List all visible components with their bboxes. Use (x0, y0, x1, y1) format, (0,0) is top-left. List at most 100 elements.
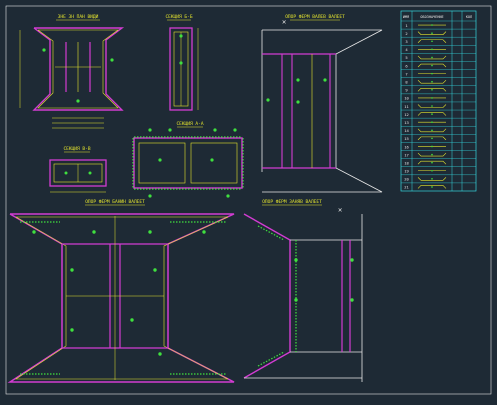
callout-marker (233, 128, 237, 132)
table-bar-marker (431, 48, 433, 51)
callout-marker (294, 258, 298, 262)
table-row-number: 6 (405, 63, 408, 68)
side-view-top-title: ОПОР ФЕРМ ВАЛЕВ ВАЛЕЕТ (285, 14, 345, 20)
table-bar-marker (431, 161, 433, 164)
table-row-number: 16 (404, 144, 409, 149)
front-inner-frame (15, 216, 229, 380)
callout-marker (92, 230, 96, 234)
table-row-number: 19 (404, 169, 409, 174)
rebar-diagonal (257, 225, 285, 241)
table-bar-marker (431, 24, 433, 26)
section-aa-outline (133, 137, 243, 189)
callout-marker (210, 158, 214, 162)
callout-marker (70, 328, 74, 332)
table-header-shape: ОБОЗНАЧЕНИЕ (420, 15, 443, 19)
callout-marker (294, 298, 298, 302)
side-view-bottom: ОПОР ФЕРМ ЗАНЯВ ВАЛЕЕТ ✕ (243, 199, 363, 382)
top-plan-view: ЗНЕ ЗН ПАН ВИДИ (19, 14, 125, 129)
table-row-number: 14 (404, 128, 409, 133)
table-bar-marker (431, 121, 433, 123)
front-view: ОПОР ФЕРМ БАНИН ВАЛЕЕТ (7, 199, 235, 383)
table-row-number: 3 (405, 39, 407, 44)
table-bar-marker (431, 89, 433, 91)
table-bar-marker (431, 80, 433, 83)
callout-marker (213, 128, 217, 132)
callout-marker (153, 268, 157, 272)
table-bar-marker (431, 153, 433, 156)
table-row-number: 9 (405, 88, 408, 93)
section-aa-title: СЕКЦИЯ А-А (176, 121, 203, 127)
drawing-border (5, 5, 492, 395)
callout-marker (158, 352, 162, 356)
table-row-number: 11 (404, 104, 409, 109)
callout-marker (179, 61, 183, 65)
callout-marker (76, 99, 80, 103)
section-cut-marker: ✕ (338, 206, 342, 214)
callout-marker (179, 34, 183, 38)
callout-marker (64, 171, 68, 175)
side-view-bottom-title: ОПОР ФЕРМ ЗАНЯВ ВАЛЕЕТ (262, 199, 322, 205)
callout-marker (148, 128, 152, 132)
callout-marker (130, 318, 134, 322)
table-header-num: ИМЯ (403, 15, 409, 19)
table-bar-marker (431, 113, 433, 115)
table-bar-marker (431, 178, 433, 180)
rebar-schedule-table: ИМЯ ОБОЗНАЧЕНИЕ КОЛ 12345678910111213141… (400, 10, 477, 192)
table-bar-marker (431, 64, 433, 67)
table-row-number: 7 (405, 71, 407, 76)
cad-drawing-canvas: ЗНЕ ЗН ПАН ВИДИ СЕКЦИЯ Б-Б СЕКЦИЯ В-В СЕ… (0, 0, 497, 400)
table-bar-marker (431, 40, 433, 43)
section-bb-title: СЕКЦИЯ Б-Б (165, 14, 192, 20)
section-cc-view: СЕКЦИЯ В-В (49, 146, 107, 193)
table-row-number: 17 (404, 152, 409, 157)
table-bar-marker (431, 129, 433, 132)
callout-marker (168, 128, 172, 132)
callout-marker (202, 230, 206, 234)
callout-marker (148, 230, 152, 234)
table-bar-marker (431, 186, 433, 188)
table-bar-marker (431, 97, 433, 99)
table-bar-marker (431, 105, 433, 107)
callout-marker (266, 98, 270, 102)
callout-marker (158, 158, 162, 162)
section-cc-title: СЕКЦИЯ В-В (63, 146, 90, 152)
callout-marker (110, 58, 114, 62)
table-bar-marker (431, 137, 433, 140)
table-bar-marker (431, 169, 433, 172)
callout-marker (226, 194, 230, 198)
table-header-qty: КОЛ (466, 15, 472, 19)
section-aa-cell-left (138, 142, 186, 184)
table-bar-marker (431, 72, 433, 75)
top-plan-title: ЗНЕ ЗН ПАН ВИДИ (58, 14, 99, 20)
table-row-number: 15 (404, 136, 409, 141)
table-row-number: 12 (404, 112, 409, 117)
callout-marker (88, 171, 92, 175)
table-row-number: 18 (404, 160, 409, 165)
table-row-number: 1 (405, 23, 408, 28)
front-outer-frame (7, 213, 235, 383)
section-aa-view: СЕКЦИЯ А-А (132, 121, 244, 198)
callout-marker (350, 258, 354, 262)
cad-drawing: ЗНЕ ЗН ПАН ВИДИ СЕКЦИЯ Б-Б СЕКЦИЯ В-В СЕ… (5, 5, 492, 395)
section-cut-marker: ✕ (282, 18, 286, 26)
callout-marker (70, 268, 74, 272)
table-bar-marker (431, 145, 433, 148)
callout-marker (42, 48, 46, 52)
side-view-top: ОПОР ФЕРМ ВАЛЕВ ВАЛЕЕТ ✕ (261, 14, 383, 193)
callout-marker (148, 194, 152, 198)
callout-marker (323, 78, 327, 82)
table-row-number: 10 (404, 96, 409, 101)
section-bb-view: СЕКЦИЯ Б-Б (165, 14, 199, 111)
table-row-number: 21 (404, 185, 409, 190)
callout-marker (32, 230, 36, 234)
table-row-number: 13 (404, 120, 409, 125)
table-bar-marker (431, 32, 433, 34)
side-bottom-flange (243, 213, 291, 379)
table-row-number: 4 (405, 47, 408, 52)
front-view-title: ОПОР ФЕРМ БАНИН ВАЛЕЕТ (85, 199, 145, 205)
callout-marker (296, 78, 300, 82)
callout-marker (296, 100, 300, 104)
table-row-number: 8 (405, 79, 408, 84)
table-row-number: 2 (405, 31, 407, 36)
table-row-number: 5 (405, 55, 407, 60)
